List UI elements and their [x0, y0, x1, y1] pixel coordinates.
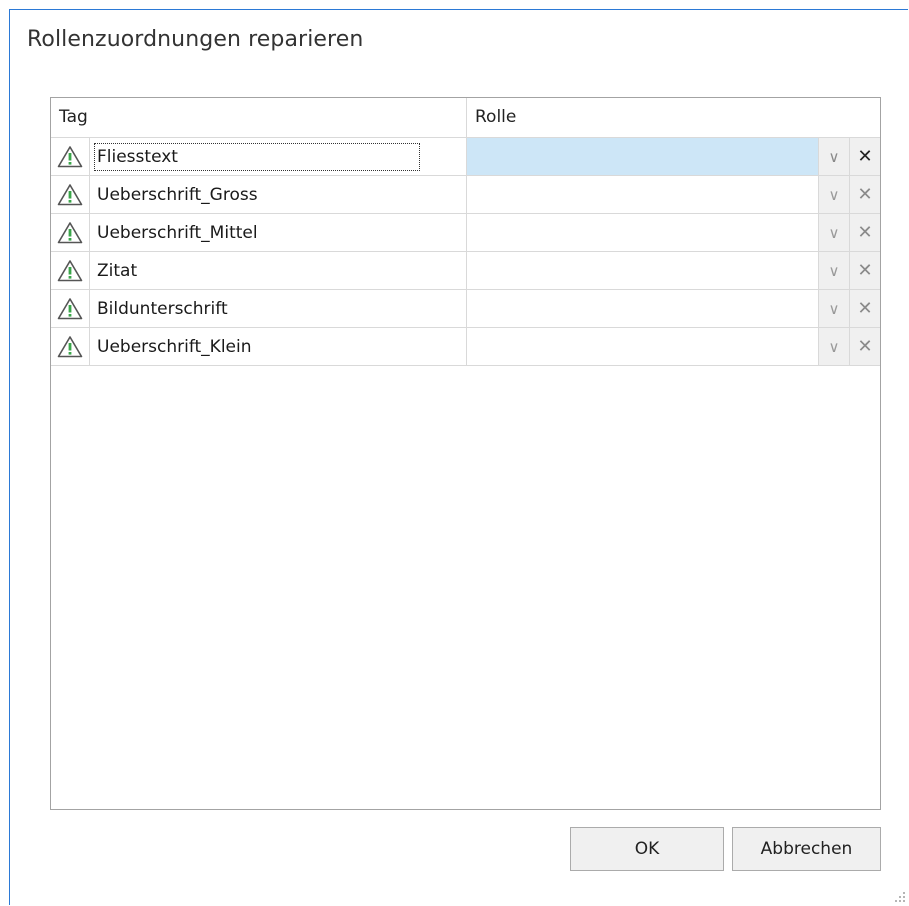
rolle-cell[interactable]: ∨ ✕	[467, 328, 880, 365]
chevron-down-icon[interactable]: ∨	[818, 214, 849, 251]
tag-cell[interactable]: Fliesstext	[90, 138, 467, 175]
rolle-cell[interactable]: ∨ ✕	[467, 176, 880, 213]
table-row[interactable]: Ueberschrift_Klein ∨ ✕	[51, 328, 880, 366]
column-header-rolle[interactable]: Rolle	[467, 98, 880, 137]
warning-triangle-icon	[51, 176, 90, 213]
grid-body: Fliesstext ∨ ✕ Ueberschrift_Gross ∨ ✕ Ue…	[51, 138, 880, 366]
dialog-title: Rollenzuordnungen reparieren	[27, 27, 364, 52]
cancel-button[interactable]: Abbrechen	[732, 827, 881, 871]
tag-cell[interactable]: Ueberschrift_Gross	[90, 176, 467, 213]
column-header-tag[interactable]: Tag	[51, 98, 467, 137]
close-icon[interactable]: ✕	[849, 328, 880, 365]
warning-triangle-icon	[51, 138, 90, 175]
table-row[interactable]: Ueberschrift_Mittel ∨ ✕	[51, 214, 880, 252]
close-icon[interactable]: ✕	[849, 214, 880, 251]
tag-cell[interactable]: Ueberschrift_Klein	[90, 328, 467, 365]
rolle-value[interactable]	[467, 214, 818, 251]
close-icon[interactable]: ✕	[849, 176, 880, 213]
tag-label: Ueberschrift_Gross	[97, 184, 258, 205]
tag-label: Fliesstext	[94, 142, 420, 171]
warning-triangle-icon	[51, 252, 90, 289]
chevron-down-icon[interactable]: ∨	[818, 252, 849, 289]
tag-label: Zitat	[97, 260, 138, 281]
resize-grip-icon[interactable]	[894, 891, 906, 903]
rolle-value[interactable]	[467, 290, 818, 327]
dialog-window: Rollenzuordnungen reparieren Tag Rolle F…	[9, 9, 908, 905]
close-icon[interactable]: ✕	[849, 138, 880, 175]
tag-cell[interactable]: Ueberschrift_Mittel	[90, 214, 467, 251]
rolle-cell[interactable]: ∨ ✕	[467, 290, 880, 327]
rolle-value[interactable]	[467, 252, 818, 289]
ok-button[interactable]: OK	[570, 827, 724, 871]
chevron-down-icon[interactable]: ∨	[818, 176, 849, 213]
chevron-down-icon[interactable]: ∨	[818, 290, 849, 327]
table-row[interactable]: Zitat ∨ ✕	[51, 252, 880, 290]
rolle-cell[interactable]: ∨ ✕	[467, 214, 880, 251]
table-row[interactable]: Fliesstext ∨ ✕	[51, 138, 880, 176]
chevron-down-icon[interactable]: ∨	[818, 138, 849, 175]
tag-cell[interactable]: Zitat	[90, 252, 467, 289]
rolle-cell[interactable]: ∨ ✕	[467, 138, 880, 175]
tag-label: Ueberschrift_Klein	[97, 336, 252, 357]
table-row[interactable]: Ueberschrift_Gross ∨ ✕	[51, 176, 880, 214]
warning-triangle-icon	[51, 214, 90, 251]
tag-label: Ueberschrift_Mittel	[97, 222, 258, 243]
grid-header: Tag Rolle	[51, 98, 880, 138]
rolle-cell[interactable]: ∨ ✕	[467, 252, 880, 289]
close-icon[interactable]: ✕	[849, 252, 880, 289]
warning-triangle-icon	[51, 328, 90, 365]
tag-label: Bildunterschrift	[97, 298, 228, 319]
rolle-value[interactable]	[467, 138, 818, 175]
rolle-value[interactable]	[467, 328, 818, 365]
chevron-down-icon[interactable]: ∨	[818, 328, 849, 365]
table-row[interactable]: Bildunterschrift ∨ ✕	[51, 290, 880, 328]
warning-triangle-icon	[51, 290, 90, 327]
tag-cell[interactable]: Bildunterschrift	[90, 290, 467, 327]
rolle-value[interactable]	[467, 176, 818, 213]
close-icon[interactable]: ✕	[849, 290, 880, 327]
role-mapping-grid: Tag Rolle Fliesstext ∨ ✕ Ueberschrift_Gr…	[50, 97, 881, 810]
